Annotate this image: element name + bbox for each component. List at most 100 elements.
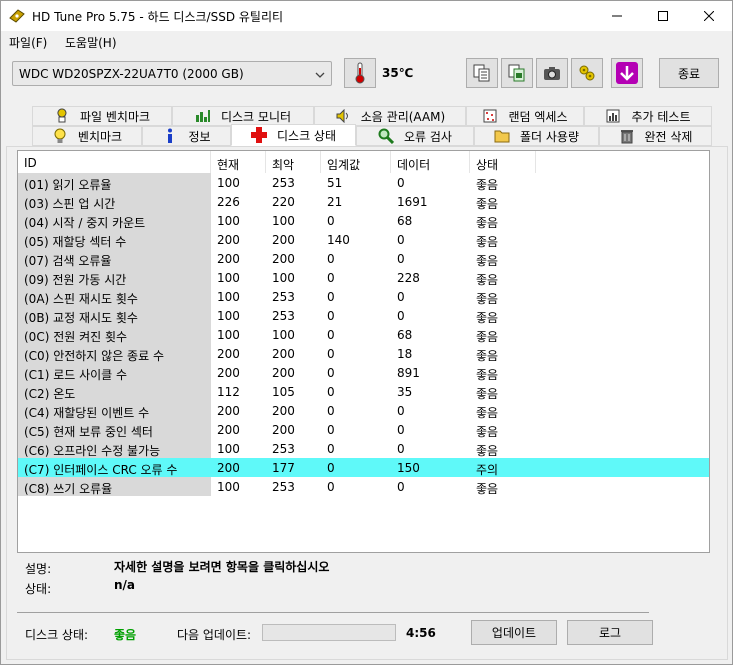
table-row[interactable]: (0B) 교정 재시도 횟수 100 253 0 0 좋음 xyxy=(18,306,709,325)
table-row[interactable]: (07) 검색 오류율 200 200 0 0 좋음 xyxy=(18,249,709,268)
close-button[interactable] xyxy=(686,1,732,31)
tab-folder-usage[interactable]: 폴더 사용량 xyxy=(474,126,599,146)
table-row[interactable]: (C7) 인터페이스 CRC 오류 수 200 177 0 150 주의 xyxy=(18,458,709,477)
cell-attribute: (05) 재할당 섹터 수 xyxy=(18,230,211,249)
cell-attribute: (C1) 로드 사이클 수 xyxy=(18,363,211,382)
column-header-data[interactable]: 데이터 xyxy=(391,151,470,173)
maximize-icon xyxy=(658,11,668,21)
table-row[interactable]: (C1) 로드 사이클 수 200 200 0 891 좋음 xyxy=(18,363,709,382)
tab-label: 파일 벤치마크 xyxy=(79,109,151,124)
cell-status: 좋음 xyxy=(476,273,499,287)
tab-label: 랜덤 엑세스 xyxy=(508,109,568,124)
menu-file[interactable]: 파일(F) xyxy=(9,34,47,51)
cell-threshold: 0 xyxy=(327,271,335,285)
save-button[interactable] xyxy=(501,58,533,88)
table-row[interactable]: (C5) 현재 보류 중인 섹터 200 200 0 0 좋음 xyxy=(18,420,709,439)
table-row[interactable]: (03) 스핀 업 시간 226 220 21 1691 좋음 xyxy=(18,192,709,211)
table-row[interactable]: (05) 재할당 섹터 수 200 200 140 0 좋음 xyxy=(18,230,709,249)
table-row[interactable]: (01) 읽기 오류율 100 253 51 0 좋음 xyxy=(18,173,709,192)
cell-data: 1691 xyxy=(397,195,428,209)
cell-threshold: 0 xyxy=(327,290,335,304)
cell-status: 좋음 xyxy=(476,406,499,420)
cell-status: 좋음 xyxy=(476,311,499,325)
app-window: HD Tune Pro 5.75 - 하드 디스크/SSD 유틸리티 파일(F)… xyxy=(0,0,733,665)
table-row[interactable]: (C4) 재할당된 이벤트 수 200 200 0 0 좋음 xyxy=(18,401,709,420)
cell-data: 0 xyxy=(397,233,405,247)
table-row[interactable]: (C6) 오프라인 수정 불가능 100 253 0 0 좋음 xyxy=(18,439,709,458)
cell-worst: 253 xyxy=(272,176,295,190)
screenshot-button[interactable] xyxy=(536,58,568,88)
download-icon xyxy=(616,62,638,84)
column-header-id[interactable]: ID xyxy=(18,151,211,173)
tab-noise-aam[interactable]: 소음 관리(AAM) xyxy=(314,106,466,126)
cell-current: 200 xyxy=(217,404,240,418)
maximize-button[interactable] xyxy=(640,1,686,31)
cell-status: 좋음 xyxy=(476,254,499,268)
column-header-current[interactable]: 현재 xyxy=(211,151,266,173)
cell-attribute: (01) 읽기 오류율 xyxy=(18,173,211,192)
copy-button[interactable] xyxy=(466,58,498,88)
cell-data: 0 xyxy=(397,442,405,456)
description-label: 설명: xyxy=(25,562,52,576)
next-update-label: 다음 업데이트: xyxy=(177,628,252,642)
cell-status: 좋음 xyxy=(476,425,499,439)
minimize-button[interactable] xyxy=(594,1,640,31)
column-header-status[interactable]: 상태 xyxy=(470,151,536,173)
tab-random-access[interactable]: 랜덤 엑세스 xyxy=(466,106,584,126)
cell-current: 200 xyxy=(217,233,240,247)
tab-file-benchmark[interactable]: 파일 벤치마크 xyxy=(32,106,172,126)
cell-current: 100 xyxy=(217,328,240,342)
cell-worst: 200 xyxy=(272,233,295,247)
tab-secure-erase[interactable]: 완전 삭제 xyxy=(599,126,712,146)
table-row[interactable]: (0C) 전원 켜진 횟수 100 100 0 68 좋음 xyxy=(18,325,709,344)
cell-data: 891 xyxy=(397,366,420,380)
speaker-icon xyxy=(335,108,351,124)
table-row[interactable]: (0A) 스핀 재시도 횟수 100 253 0 0 좋음 xyxy=(18,287,709,306)
table-row[interactable]: (04) 시작 / 중지 카운트 100 100 0 68 좋음 xyxy=(18,211,709,230)
cell-worst: 200 xyxy=(272,347,295,361)
cell-status: 좋음 xyxy=(476,387,499,401)
update-countdown: 4:56 xyxy=(406,626,436,640)
cell-attribute: (C0) 안전하지 않은 종료 수 xyxy=(18,344,211,363)
divider xyxy=(17,612,649,613)
cell-data: 228 xyxy=(397,271,420,285)
table-row[interactable]: (09) 전원 가동 시간 100 100 0 228 좋음 xyxy=(18,268,709,287)
cell-attribute: (07) 검색 오류율 xyxy=(18,249,211,268)
disk-status-label: 디스크 상태: xyxy=(25,628,89,642)
exit-button[interactable]: 종료 xyxy=(659,58,719,88)
tab-disk-health[interactable]: 디스크 상태 xyxy=(231,124,356,146)
cell-threshold: 140 xyxy=(327,233,350,247)
download-button[interactable] xyxy=(611,58,643,88)
table-row[interactable]: (C8) 쓰기 오류율 100 253 0 0 좋음 xyxy=(18,477,709,496)
tab-extra-tests[interactable]: 추가 테스트 xyxy=(584,106,712,126)
window-title: HD Tune Pro 5.75 - 하드 디스크/SSD 유틸리티 xyxy=(32,10,284,24)
tab-disk-monitor[interactable]: 디스크 모니터 xyxy=(172,106,314,126)
cell-data: 18 xyxy=(397,347,413,361)
drive-select[interactable]: WDC WD20SPZX-22UA7T0 (2000 GB) xyxy=(12,61,332,86)
column-header-threshold[interactable]: 임계값 xyxy=(321,151,391,173)
options-button[interactable] xyxy=(571,58,603,88)
tab-label: 디스크 상태 xyxy=(276,128,336,143)
table-row[interactable]: (C0) 안전하지 않은 종료 수 200 200 0 18 좋음 xyxy=(18,344,709,363)
table-row[interactable]: (C2) 온도 112 105 0 35 좋음 xyxy=(18,382,709,401)
cell-status: 좋음 xyxy=(476,235,499,249)
cell-current: 112 xyxy=(217,385,240,399)
column-header-worst[interactable]: 최악 xyxy=(266,151,321,173)
tab-error-scan[interactable]: 오류 검사 xyxy=(356,126,474,146)
cell-attribute: (C7) 인터페이스 CRC 오류 수 xyxy=(18,458,211,477)
cell-current: 100 xyxy=(217,309,240,323)
log-button[interactable]: 로그 xyxy=(567,620,653,645)
temperature-button[interactable] xyxy=(344,58,376,88)
tab-label: 추가 테스트 xyxy=(631,109,691,124)
cell-worst: 253 xyxy=(272,290,295,304)
cell-attribute: (C2) 온도 xyxy=(18,382,211,401)
update-button[interactable]: 업데이트 xyxy=(471,620,557,645)
menu-help[interactable]: 도움말(H) xyxy=(65,34,117,51)
cell-status: 좋음 xyxy=(476,444,499,458)
cell-threshold: 21 xyxy=(327,195,343,209)
tab-benchmark[interactable]: 벤치마크 xyxy=(32,126,142,146)
tab-info[interactable]: 정보 xyxy=(142,126,231,146)
tab-label: 완전 삭제 xyxy=(644,129,693,144)
cell-worst: 253 xyxy=(272,309,295,323)
update-progress-bar xyxy=(262,624,396,641)
